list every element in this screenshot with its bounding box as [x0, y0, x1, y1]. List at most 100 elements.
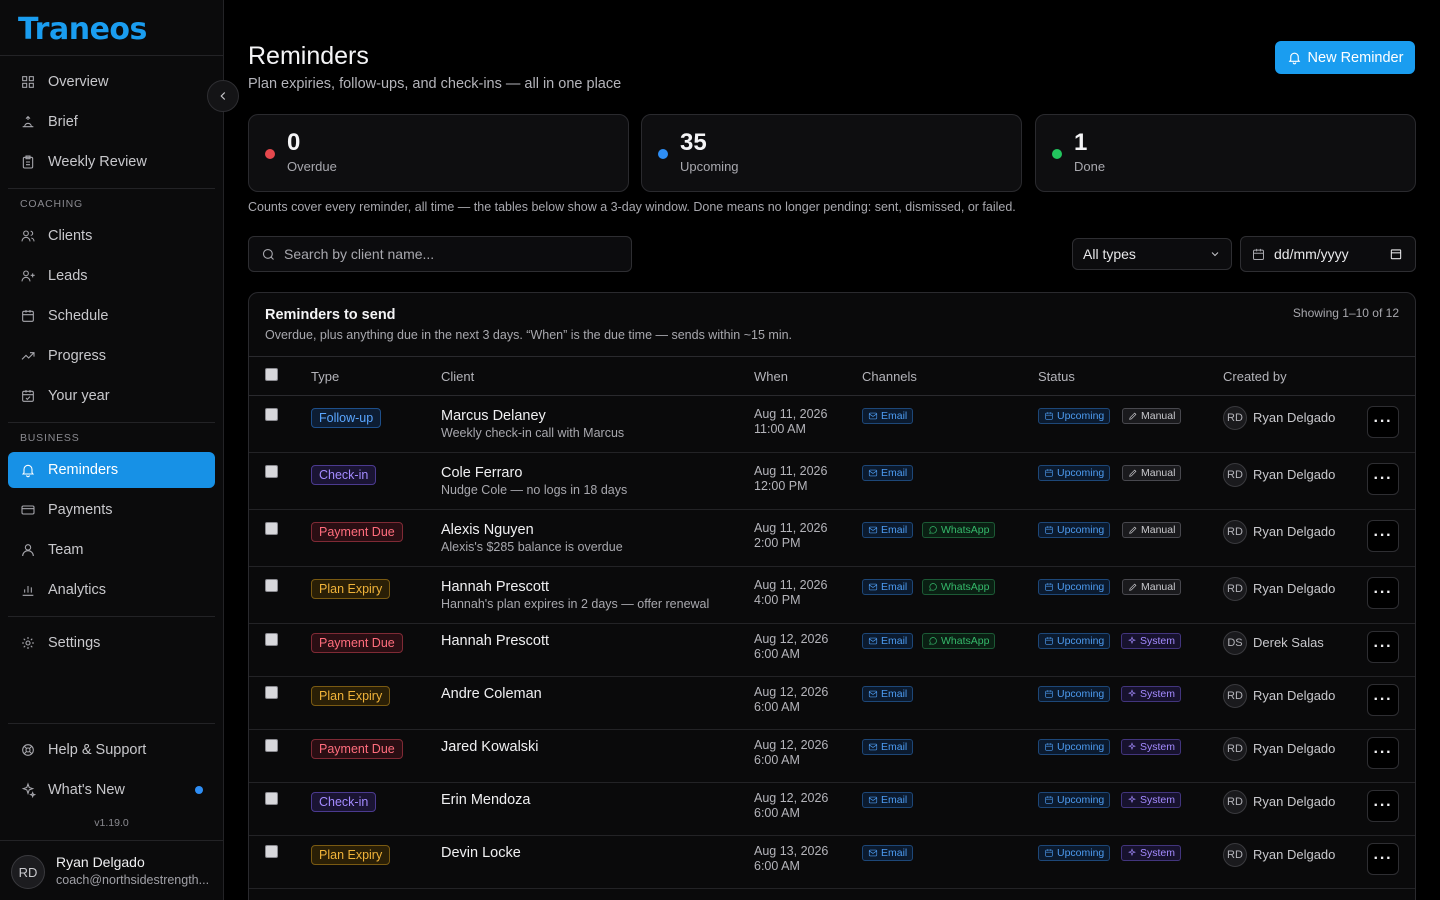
- nav-label: Brief: [48, 114, 78, 130]
- status-dot: [1052, 149, 1062, 159]
- type-filter-select[interactable]: All types: [1072, 238, 1232, 270]
- table-row[interactable]: Check-in Erin Mendoza Aug 12, 2026 6:00 AM E…: [249, 783, 1415, 836]
- more-icon: ···: [1373, 850, 1393, 867]
- calendar-icon: [1044, 411, 1054, 421]
- row-checkbox[interactable]: [265, 465, 278, 478]
- reminder-note: Nudge Cole — no logs in 18 days: [441, 483, 628, 497]
- sidebar-item-reminders[interactable]: Reminders: [8, 452, 215, 488]
- stat-card-overdue[interactable]: 0 Overdue: [248, 114, 629, 192]
- client-name[interactable]: Cole Ferraro: [441, 465, 522, 481]
- client-name[interactable]: Erin Mendoza: [441, 792, 530, 808]
- column-header-client[interactable]: Client: [441, 369, 474, 384]
- sidebar-item-weekly-review[interactable]: Weekly Review: [8, 144, 215, 180]
- column-header-when[interactable]: When: [754, 369, 788, 384]
- row-checkbox[interactable]: [265, 845, 278, 858]
- row-checkbox[interactable]: [265, 686, 278, 699]
- row-checkbox[interactable]: [265, 633, 278, 646]
- users-icon: [20, 228, 36, 244]
- row-actions-button[interactable]: ···: [1367, 406, 1399, 438]
- row-actions-button[interactable]: ···: [1367, 684, 1399, 716]
- client-name[interactable]: Hannah Prescott: [441, 579, 549, 595]
- status-badge: Upcoming: [1038, 579, 1111, 595]
- nav-label: Progress: [48, 348, 107, 364]
- row-actions-button[interactable]: ···: [1367, 737, 1399, 769]
- row-checkbox[interactable]: [265, 792, 278, 805]
- user-name: Ryan Delgado: [56, 854, 145, 870]
- sidebar-item-analytics[interactable]: Analytics: [8, 572, 215, 608]
- sidebar-item-schedule[interactable]: Schedule: [8, 298, 215, 334]
- status-badge: Upcoming: [1038, 465, 1111, 481]
- stat-card-done[interactable]: 1 Done: [1035, 114, 1416, 192]
- app-logo[interactable]: Traneos: [18, 12, 147, 47]
- stat-card-upcoming[interactable]: 35 Upcoming: [641, 114, 1022, 192]
- column-header-status[interactable]: Status: [1038, 369, 1075, 384]
- user-profile[interactable]: RD Ryan Delgado coach@northsidestrength.…: [0, 840, 223, 900]
- due-time: Aug 12, 2026 6:00 AM: [754, 791, 828, 821]
- sidebar-item-overview[interactable]: Overview: [8, 64, 215, 100]
- sidebar-item-your-year[interactable]: Your year: [8, 378, 215, 414]
- source-badge: Manual: [1122, 522, 1182, 538]
- row-actions-button[interactable]: ···: [1367, 790, 1399, 822]
- row-actions-button[interactable]: ···: [1367, 843, 1399, 875]
- stat-label: Overdue: [287, 159, 337, 174]
- calendar-icon: [1044, 689, 1054, 699]
- sidebar-item-brief[interactable]: Brief: [8, 104, 215, 140]
- table-row[interactable]: Plan Expiry Hannah Prescott Hannah's plan …: [249, 567, 1415, 624]
- row-actions-button[interactable]: ···: [1367, 577, 1399, 609]
- lifebuoy-icon: [20, 742, 36, 758]
- client-name[interactable]: Andre Coleman: [441, 686, 542, 702]
- creator-name: Ryan Delgado: [1253, 794, 1336, 809]
- source-badge: System: [1121, 845, 1182, 861]
- client-name[interactable]: Hannah Prescott: [441, 633, 549, 649]
- nav-label: Schedule: [48, 308, 109, 324]
- section-label-business: BUSINESS: [20, 432, 80, 444]
- sparkles-icon: [1127, 795, 1137, 805]
- select-all-checkbox[interactable]: [265, 368, 278, 381]
- row-actions-button[interactable]: ···: [1367, 463, 1399, 495]
- sidebar-item-settings[interactable]: Settings: [8, 625, 215, 661]
- sidebar-item-whats-new[interactable]: What's New: [8, 772, 215, 808]
- table-row[interactable]: Payment Due Jared Kowalski Aug 12, 2026 6:0…: [249, 730, 1415, 783]
- client-name[interactable]: Marcus Delaney: [441, 408, 546, 424]
- row-checkbox[interactable]: [265, 522, 278, 535]
- column-header-channels[interactable]: Channels: [862, 369, 917, 384]
- sidebar-item-team[interactable]: Team: [8, 532, 215, 568]
- table-row[interactable]: Payment Due Alexis Nguyen Alexis's $285 ba…: [249, 510, 1415, 567]
- sidebar-item-clients[interactable]: Clients: [8, 218, 215, 254]
- table-row[interactable]: Plan Expiry Andre Coleman Aug 12, 2026 6:00…: [249, 677, 1415, 730]
- date-filter-input[interactable]: dd/mm/yyyy: [1240, 236, 1416, 272]
- mail-icon: [868, 742, 878, 752]
- sidebar-item-payments[interactable]: Payments: [8, 492, 215, 528]
- collapse-sidebar-button[interactable]: [207, 80, 239, 112]
- reminders-table-card: Reminders to send Overdue, plus anything…: [248, 292, 1416, 900]
- status-badge: Upcoming: [1038, 845, 1111, 861]
- row-checkbox[interactable]: [265, 579, 278, 592]
- client-name[interactable]: Devin Locke: [441, 845, 521, 861]
- pagination-summary: Showing 1–10 of 12: [1292, 306, 1399, 320]
- column-header-created-by[interactable]: Created by: [1223, 369, 1287, 384]
- client-name[interactable]: Jared Kowalski: [441, 739, 539, 755]
- row-actions-button[interactable]: ···: [1367, 520, 1399, 552]
- due-time: Aug 11, 2026 2:00 PM: [754, 521, 827, 551]
- table-row[interactable]: Check-in Cole Ferraro Nudge Cole — no logs…: [249, 453, 1415, 510]
- row-actions-button[interactable]: ···: [1367, 631, 1399, 663]
- channel-chip-email: Email: [862, 686, 914, 702]
- table-row[interactable]: Payment Due Hannah Prescott Aug 12, 2026 6:…: [249, 624, 1415, 677]
- due-clock: 4:00 PM: [754, 593, 801, 607]
- counts-note: Counts cover every reminder, all time — …: [248, 200, 1016, 214]
- search-input[interactable]: [284, 246, 604, 262]
- column-header-type[interactable]: Type: [311, 369, 339, 384]
- client-name[interactable]: Alexis Nguyen: [441, 522, 534, 538]
- table-row[interactable]: Plan Expiry Devin Locke Aug 13, 2026 6:00 A…: [249, 836, 1415, 889]
- table-row[interactable]: Follow-up Marcus Delaney Weekly check-in c…: [249, 396, 1415, 453]
- row-checkbox[interactable]: [265, 408, 278, 421]
- row-checkbox[interactable]: [265, 739, 278, 752]
- due-time: Aug 12, 2026 6:00 AM: [754, 738, 828, 768]
- sidebar-item-leads[interactable]: Leads: [8, 258, 215, 294]
- sidebar-item-progress[interactable]: Progress: [8, 338, 215, 374]
- search-box[interactable]: [248, 236, 632, 272]
- sidebar-item-help[interactable]: Help & Support: [8, 732, 215, 768]
- new-reminder-button[interactable]: New Reminder: [1275, 41, 1415, 74]
- sparkles-icon: [1127, 742, 1137, 752]
- mail-icon: [868, 411, 878, 421]
